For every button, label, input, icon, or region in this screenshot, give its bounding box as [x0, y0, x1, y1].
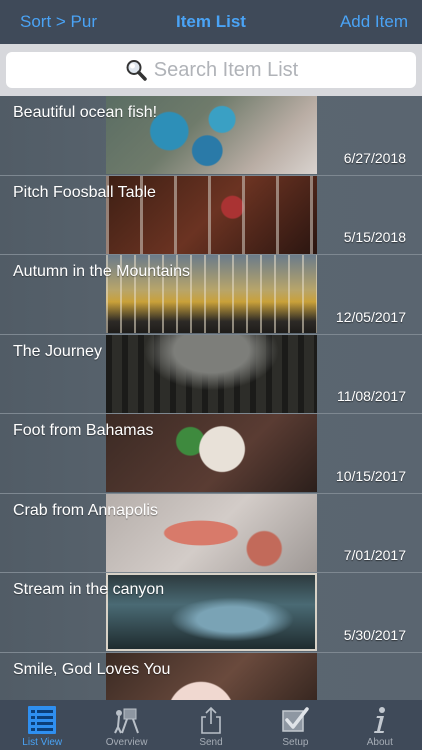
item-date: 10/15/2017 [335, 467, 406, 484]
item-date: 11/08/2017 [336, 388, 406, 404]
tab-send[interactable]: Send [169, 700, 253, 750]
item-date: 7/01/2017 [343, 547, 406, 563]
item-list: Beautiful ocean fish! 6/27/2018 Pitch Fo… [0, 96, 422, 700]
tab-label: About [366, 737, 393, 748]
list-icon [28, 706, 57, 734]
search-placeholder: Search Item List [153, 58, 299, 81]
search-input[interactable]: Search Item List [6, 52, 416, 88]
item-title: The Journey [13, 342, 102, 360]
item-title: Autumn in the Mountains [13, 263, 190, 280]
item-date: 6/27/2018 [343, 149, 406, 166]
item-title: Smile, God Loves You [13, 660, 171, 678]
tab-about[interactable]: About [338, 700, 422, 750]
item-title: Beautiful ocean fish! [13, 104, 158, 121]
sort-button[interactable]: Sort > Pur [20, 12, 97, 32]
item-title: Pitch Foosball Table [13, 183, 156, 201]
info-icon [373, 707, 385, 733]
list-item[interactable]: Stream in the canyon 5/30/2017 [0, 573, 422, 653]
list-item[interactable]: Smile, God Loves You [0, 652, 422, 700]
tab-label: List View [22, 737, 63, 748]
tab-bar: List View Overview Send Setup About [0, 700, 422, 750]
tab-setup[interactable]: Setup [253, 700, 337, 750]
navigation-bar: Sort > Pur Item List Add Item [0, 0, 422, 44]
share-icon [201, 706, 221, 734]
item-date: 5/30/2017 [343, 626, 406, 643]
tab-list-view[interactable]: List View [0, 700, 84, 750]
magnifier-icon [126, 60, 147, 81]
add-item-button[interactable]: Add Item [340, 12, 408, 32]
easel-icon [113, 708, 139, 734]
item-thumbnail [106, 334, 317, 413]
item-title: Crab from Annapolis [13, 501, 158, 519]
list-item[interactable]: Beautiful ocean fish! 6/27/2018 [0, 96, 422, 176]
checkbox-icon [282, 707, 310, 732]
tab-label: Overview [105, 737, 148, 748]
item-date: 12/05/2017 [335, 308, 406, 325]
list-item[interactable]: Autumn in the Mountains 12/05/2017 [0, 255, 422, 335]
tab-label: Setup [282, 737, 309, 748]
tab-overview[interactable]: Overview [84, 700, 168, 750]
list-item[interactable]: Pitch Foosball Table 5/15/2018 [0, 175, 422, 255]
list-item[interactable]: The Journey 11/08/2017 [0, 334, 422, 414]
item-title: Foot from Bahamas [13, 422, 154, 439]
search-bar-container: Search Item List [0, 44, 422, 96]
item-title: Stream in the canyon [13, 581, 165, 598]
tab-label: Send [199, 737, 223, 748]
list-item[interactable]: Crab from Annapolis 7/01/2017 [0, 493, 422, 573]
list-item[interactable]: Foot from Bahamas 10/15/2017 [0, 414, 422, 494]
item-date: 5/15/2018 [343, 229, 406, 245]
